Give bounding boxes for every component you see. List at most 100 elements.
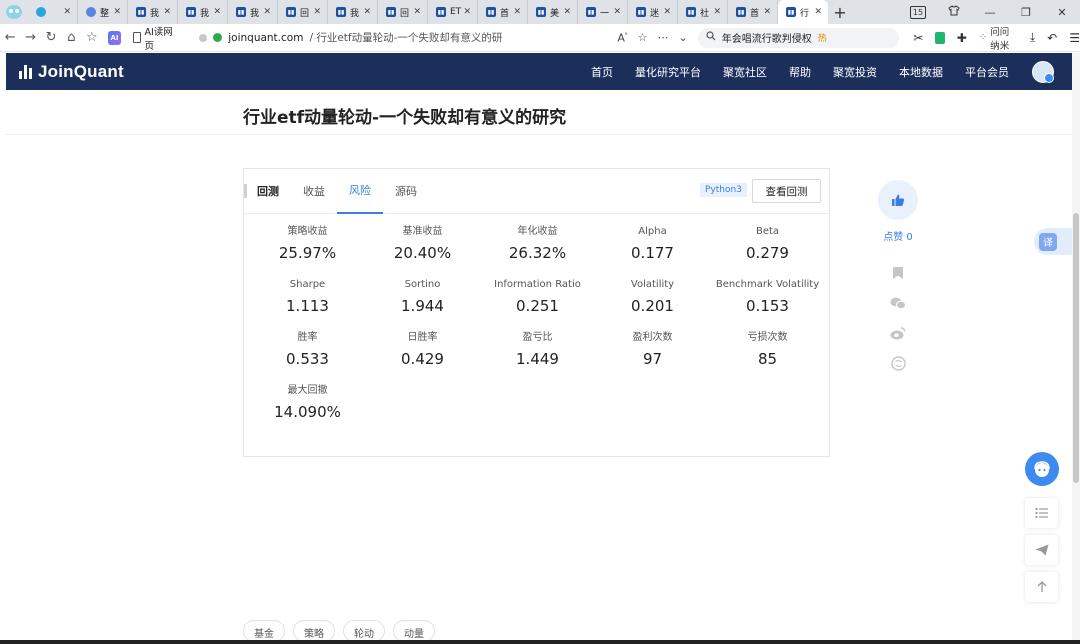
close-tab-icon[interactable]: ✕ (113, 7, 121, 17)
search-field[interactable]: 年会唱流行歌判侵权 热 (697, 27, 900, 48)
browser-tab[interactable]: ▮▮ 我 ✕ (178, 0, 228, 24)
shirt-icon[interactable] (936, 5, 972, 19)
backtest-tab[interactable]: 回测 (247, 169, 291, 214)
back-button[interactable]: ← (0, 30, 20, 45)
url-field[interactable]: joinquant.com / 行业etf动量轮动-一个失败却有意义的研 (199, 27, 610, 48)
joinquant-favicon: ▮▮ (486, 7, 496, 17)
backtest-tab[interactable]: 源码 (383, 169, 429, 214)
more-icon[interactable]: ⋯ (657, 31, 668, 45)
tag-chip[interactable]: 轮动 (343, 620, 385, 642)
close-tab-icon[interactable]: ✕ (663, 7, 671, 17)
page-scrollbar[interactable] (1072, 53, 1080, 644)
browser-tab[interactable]: ▮▮ 一 ✕ (578, 0, 628, 24)
close-tab-icon[interactable]: ✕ (463, 7, 471, 17)
browser-tab[interactable]: ▮▮ 首 ✕ (728, 0, 778, 24)
read-aloud-icon[interactable]: Aᵃ (617, 31, 627, 45)
browser-tab[interactable]: ▮▮ 美 ✕ (528, 0, 578, 24)
share-button[interactable] (1025, 535, 1058, 565)
view-backtest-button[interactable]: 查看回测 (752, 179, 821, 203)
undo-icon[interactable]: ↶ (1047, 31, 1057, 45)
ask-nano-button[interactable]: ⁘ 问问纳米 (979, 24, 1018, 52)
tab-count-button[interactable]: 15 (900, 5, 936, 19)
ai-read-page-button[interactable]: AI读网页 (127, 24, 185, 52)
wechat-icon[interactable] (890, 295, 906, 311)
browser-tab[interactable]: ▮▮ 我 ✕ (328, 0, 378, 24)
bookmark-star-icon[interactable]: ☆ (638, 31, 648, 45)
send-icon (1035, 544, 1048, 556)
nav-link[interactable]: 首页 (580, 64, 624, 80)
metric-value: 25.97% (278, 244, 337, 262)
reload-button[interactable]: ↻ (41, 30, 61, 45)
home-button[interactable]: ⌂ (61, 30, 81, 45)
scissors-icon[interactable]: ✂ (913, 31, 923, 45)
metric-value: 1.113 (286, 297, 329, 315)
nav-link[interactable]: 平台会员 (954, 64, 1020, 80)
nav-link[interactable]: 聚宽投资 (822, 64, 888, 80)
avatar[interactable] (1032, 60, 1054, 83)
menu-icon[interactable]: ☰ (1069, 31, 1080, 45)
new-tab-button[interactable]: + (828, 3, 852, 22)
chatbot-button[interactable] (1025, 452, 1059, 486)
tag-chip[interactable]: 动量 (393, 620, 435, 642)
close-tab-icon[interactable]: ✕ (63, 7, 71, 17)
article-actions: 点赞 0 (877, 180, 919, 371)
extensions-icon[interactable]: ✚ (957, 31, 967, 45)
browser-tab[interactable]: ▮▮ 回 ✕ (278, 0, 328, 24)
browser-tab[interactable]: ▮▮ 迷 ✕ (628, 0, 678, 24)
close-tab-icon[interactable]: ✕ (513, 7, 521, 17)
browser-tab[interactable]: ▮▮ 我 ✕ (128, 0, 178, 24)
taskbar-edge (0, 640, 1080, 644)
secure-lock-icon[interactable] (213, 33, 223, 42)
metric-value: 0.251 (516, 297, 559, 315)
close-tab-icon[interactable]: ✕ (213, 7, 221, 17)
close-tab-icon[interactable]: ✕ (563, 7, 571, 17)
close-tab-icon[interactable]: ✕ (814, 7, 822, 17)
browser-tab[interactable]: ▮▮ 首 ✕ (478, 0, 528, 24)
scrollbar-thumb[interactable] (1073, 213, 1079, 483)
nav-link[interactable]: 量化研究平台 (624, 64, 712, 80)
close-tab-icon[interactable]: ✕ (263, 7, 271, 17)
browser-tab[interactable]: ▮▮ 我 ✕ (228, 0, 278, 24)
nav-link[interactable]: 聚宽社区 (712, 64, 778, 80)
bookmark-icon[interactable] (890, 265, 906, 281)
close-window-button[interactable]: ✕ (1044, 6, 1080, 19)
close-tab-icon[interactable]: ✕ (363, 7, 371, 17)
close-tab-icon[interactable]: ✕ (713, 7, 721, 17)
browser-tab[interactable]: 整 ✕ (78, 0, 128, 24)
ai-assistant-icon[interactable]: AI (108, 30, 122, 45)
tag-chip[interactable]: 基金 (243, 620, 285, 642)
close-tab-icon[interactable]: ✕ (313, 7, 321, 17)
browser-app-icon[interactable] (0, 0, 28, 24)
favorites-star-icon[interactable]: ☆ (82, 30, 102, 45)
site-info-icon[interactable] (199, 33, 208, 42)
backtest-tab[interactable]: 收益 (291, 169, 337, 214)
restore-button[interactable]: ❐ (1008, 6, 1044, 19)
download-icon[interactable]: ⤓ (1030, 30, 1035, 45)
backtest-tab[interactable]: 风险 (337, 169, 383, 214)
like-button[interactable] (878, 180, 918, 220)
back-to-top-button[interactable] (1025, 572, 1058, 602)
tab-list: ✕ 整 ✕ ▮▮ 我 ✕ ▮▮ 我 ✕ ▮▮ 我 ✕ ▮▮ 回 ✕ ▮▮ 我 ✕ ▮▮ 回 ✕ ▮▮ ET ✕ ▮▮ 首 ✕ ▮▮ 美 ✕… (28, 0, 828, 24)
close-tab-icon[interactable]: ✕ (613, 7, 621, 17)
nav-link[interactable]: 本地数据 (888, 64, 954, 80)
joinquant-logo[interactable]: JoinQuant (19, 62, 124, 82)
browser-tab[interactable]: ✕ (28, 0, 78, 24)
browser-tab[interactable]: ▮▮ 行 ✕ (778, 0, 828, 24)
tag-chip[interactable]: 策略 (293, 620, 335, 642)
close-tab-icon[interactable]: ✕ (163, 7, 171, 17)
weibo-icon[interactable] (890, 325, 906, 341)
browser-tab[interactable]: ▮▮ 回 ✕ (378, 0, 428, 24)
tab-label: 社 (700, 8, 710, 19)
close-tab-icon[interactable]: ✕ (413, 7, 421, 17)
wechat-extension-icon[interactable] (935, 31, 945, 44)
chevron-down-icon[interactable]: ⌄ (678, 31, 687, 45)
close-tab-icon[interactable]: ✕ (763, 7, 771, 17)
table-of-contents-button[interactable] (1025, 498, 1058, 528)
nav-link[interactable]: 帮助 (778, 64, 822, 80)
browser-tab[interactable]: ▮▮ ET ✕ (428, 0, 478, 24)
metric-label: 盈亏比 (522, 332, 553, 343)
minimize-button[interactable]: — (972, 6, 1008, 19)
qzone-icon[interactable] (890, 355, 906, 371)
forward-button[interactable]: → (20, 30, 40, 45)
browser-tab[interactable]: ▮▮ 社 ✕ (678, 0, 728, 24)
